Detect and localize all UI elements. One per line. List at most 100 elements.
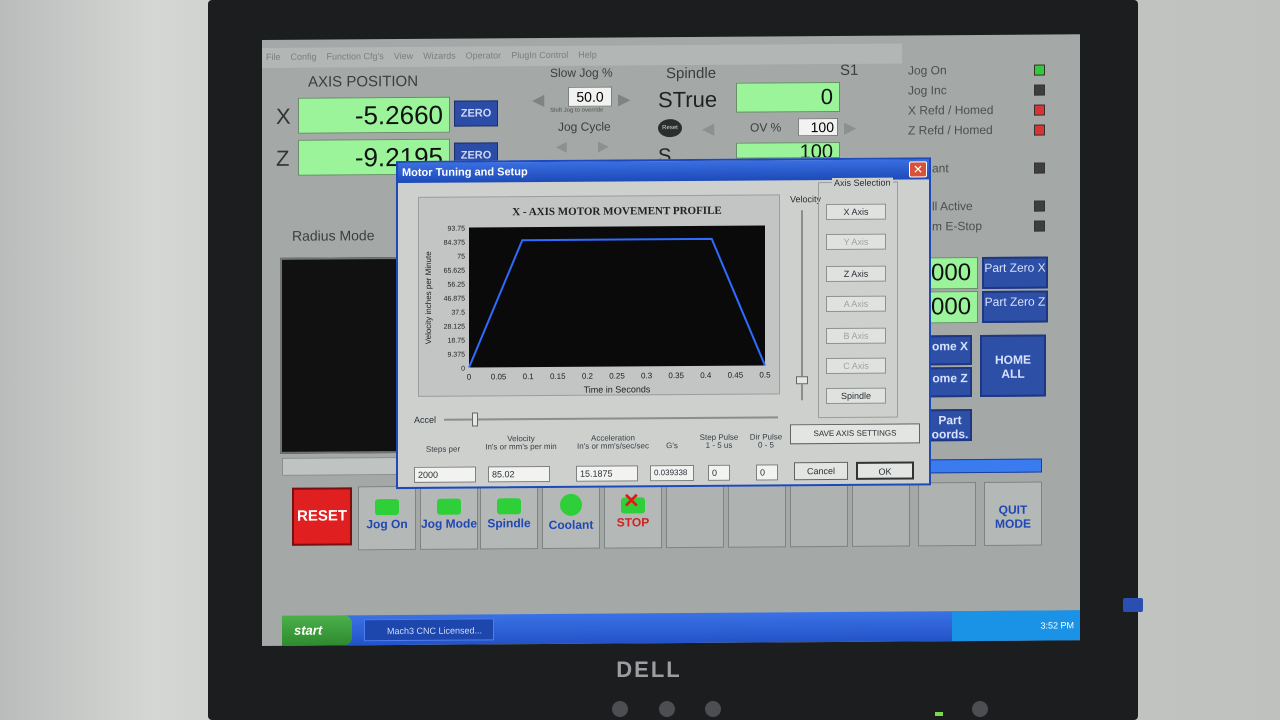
stop-button[interactable]: ✕ STOP — [604, 484, 662, 549]
ov-up-icon[interactable]: ▶ — [844, 118, 856, 138]
menu-function-cfgs[interactable]: Function Cfg's — [327, 51, 384, 63]
jog-mode-button[interactable]: Jog Mode — [420, 485, 478, 550]
c-axis-button[interactable]: C Axis — [826, 357, 886, 375]
jog-left-arrow-icon[interactable]: ◀ — [532, 90, 544, 110]
jog-on-button[interactable]: Jog On — [358, 485, 416, 551]
shift-jog-hint: Shift Jog to override — [550, 107, 604, 114]
menu-wizards[interactable]: Wizards — [423, 51, 456, 63]
radius-mode-label: Radius Mode — [292, 227, 375, 244]
empty-toolbar-button[interactable] — [852, 482, 910, 547]
save-axis-settings-button[interactable]: SAVE AXIS SETTINGS — [790, 423, 920, 445]
y-tick-label: 37.5 — [451, 310, 465, 317]
spindle-icon — [497, 498, 521, 515]
jog-mode-icon — [437, 498, 461, 515]
dir-pulse-input[interactable]: 0 — [756, 464, 778, 481]
steps-per-input[interactable]: 2000 — [414, 466, 476, 483]
menu-config[interactable]: Config — [291, 52, 317, 64]
step-pulse-input[interactable]: 0 — [708, 464, 730, 481]
s-dro[interactable]: 100 — [736, 141, 840, 159]
coolant-button[interactable]: Coolant — [542, 484, 600, 550]
y-tick-label: 84.375 — [444, 240, 466, 247]
empty-toolbar-button[interactable] — [728, 483, 786, 548]
home-all-button[interactable]: HOME ALL — [980, 334, 1046, 397]
spindle-title: Spindle — [666, 64, 717, 83]
motor-profile-chart-frame: X - AXIS MOTOR MOVEMENT PROFILE 0 0.05 0.1 0… — [418, 194, 780, 397]
b-axis-button[interactable]: B Axis — [826, 327, 886, 345]
x-axis-button[interactable]: X Axis — [826, 203, 886, 221]
menu-plugin-control[interactable]: PlugIn Control — [511, 50, 568, 62]
menu-operator[interactable]: Operator — [466, 50, 502, 62]
gs-input[interactable]: 0.039338 — [650, 464, 694, 482]
empty-toolbar-button[interactable] — [790, 482, 848, 548]
velocity-slider-thumb[interactable] — [796, 376, 808, 385]
menu-view[interactable]: View — [394, 51, 413, 63]
axis-selection-label: Axis Selection — [832, 177, 893, 189]
empty-toolbar-button[interactable] — [666, 483, 724, 549]
toolpath-display — [280, 257, 398, 454]
right-dro-1[interactable]: 000 — [930, 257, 978, 290]
acceleration-input[interactable]: 15.1875 — [576, 465, 638, 482]
ok-button[interactable]: OK — [856, 461, 914, 480]
x-axis-label: X — [276, 103, 291, 129]
acceleration-unit: In's or mm's/sec/sec — [577, 441, 649, 451]
led-label-jog-on: Jog On — [908, 63, 947, 78]
x-tick-label: 0.15 — [550, 372, 566, 381]
spindle-reset-button[interactable]: Reset — [658, 119, 682, 138]
monitor-power-button[interactable] — [972, 701, 988, 717]
reset-button[interactable]: RESET — [292, 487, 352, 546]
quit-mode-button[interactable]: QUIT MODE — [984, 481, 1042, 546]
jog-cycle-left-icon[interactable]: ◀ — [556, 138, 567, 155]
jog-right-arrow-icon[interactable]: ▶ — [618, 89, 630, 109]
part-coords-button[interactable]: Part oords. — [928, 409, 972, 442]
ov-value[interactable]: 100 — [798, 117, 838, 137]
system-tray-clock[interactable]: 3:52 PM — [952, 610, 1080, 642]
monitor-button[interactable] — [612, 701, 628, 717]
slow-jog-value[interactable]: 50.0 — [568, 86, 612, 107]
taskbar-item-mach3[interactable]: Mach3 CNC Licensed... — [364, 618, 494, 642]
active-led — [1034, 200, 1045, 212]
motor-tuning-dialog: Motor Tuning and Setup ✕ X - AXIS MOTOR … — [396, 157, 931, 490]
taskbar: start Mach3 CNC Licensed... 3:52 PM — [282, 610, 1080, 646]
x-tick-label: 0 — [467, 373, 472, 382]
part-zero-z-button[interactable]: Part Zero Z — [982, 290, 1048, 323]
right-dro-2[interactable]: 000 — [930, 291, 978, 324]
spindle-axis-button[interactable]: Spindle — [826, 387, 886, 405]
jog-cycle-right-icon[interactable]: ▶ — [598, 138, 609, 155]
jog-on-led — [1034, 64, 1045, 76]
cancel-button[interactable]: Cancel — [794, 461, 848, 481]
step-pulse-range: 1 - 5 us — [705, 440, 733, 450]
y-tick-label: 75 — [457, 254, 465, 261]
progress-bar — [930, 458, 1042, 474]
close-icon[interactable]: ✕ — [909, 161, 927, 178]
home-z-button[interactable]: ome Z — [928, 367, 972, 398]
a-axis-button[interactable]: A Axis — [826, 295, 886, 313]
strue-dro[interactable]: 0 — [736, 81, 840, 113]
coolant-label: Coolant — [548, 517, 594, 532]
home-x-button[interactable]: ome X — [928, 335, 972, 366]
velocity-input[interactable]: 85.02 — [488, 465, 550, 483]
jog-on-label: Jog On — [366, 516, 408, 532]
monitor-logo: DELL — [616, 657, 682, 682]
accel-slider-thumb[interactable] — [472, 412, 478, 427]
spindle-button[interactable]: Spindle — [480, 485, 538, 550]
velocity-unit: In's or mm's per min — [485, 441, 557, 452]
empty-toolbar-button[interactable] — [918, 482, 976, 547]
ov-down-icon[interactable]: ◀ — [702, 119, 714, 139]
menu-help[interactable]: Help — [578, 50, 597, 62]
z-axis-button[interactable]: Z Axis — [826, 265, 886, 283]
menu-file[interactable]: File — [266, 52, 281, 64]
led-label-x-homed: X Refd / Homed — [908, 102, 994, 118]
steps-per-header: Steps per — [425, 444, 461, 454]
start-button[interactable]: start — [282, 615, 352, 646]
zero-x-button[interactable]: ZERO — [454, 100, 498, 127]
monitor-button[interactable] — [659, 701, 675, 717]
part-zero-x-button[interactable]: Part Zero X — [982, 256, 1048, 289]
accel-slider-label: Accel — [414, 414, 437, 425]
monitor-button[interactable] — [705, 701, 721, 717]
x-homed-led — [1034, 104, 1045, 116]
x-dro[interactable]: -5.2660 — [298, 96, 450, 134]
y-axis-button[interactable]: Y Axis — [826, 233, 886, 251]
ant-led — [1034, 162, 1045, 174]
stop-icon: ✕ — [621, 490, 645, 514]
led-label-jog-inc: Jog Inc — [908, 83, 947, 98]
